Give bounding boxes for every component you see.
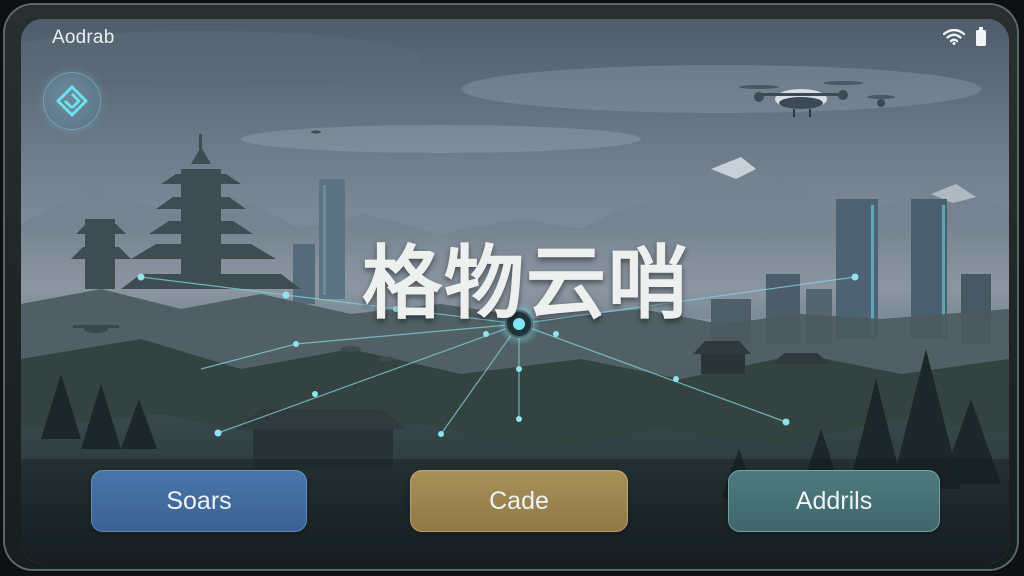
hero-title: 格物云哨 xyxy=(362,237,690,330)
soars-button[interactable]: Soars xyxy=(91,470,307,532)
status-bar-title: Aodrab xyxy=(52,27,115,48)
cade-button[interactable]: Cade xyxy=(410,470,628,532)
app-logo-icon[interactable] xyxy=(43,72,101,130)
soars-button-label: Soars xyxy=(166,486,232,515)
addrils-button-label: Addrils xyxy=(795,486,873,515)
cade-button-label: Cade xyxy=(489,486,549,515)
wifi-icon xyxy=(942,28,966,49)
status-icons xyxy=(942,27,987,51)
app-screen: Aodrab 格物云哨 Soars Cade Addrils xyxy=(21,19,1009,564)
device-frame: Aodrab 格物云哨 Soars Cade Addrils xyxy=(3,3,1019,571)
battery-icon xyxy=(975,27,987,51)
addrils-button[interactable]: Addrils xyxy=(728,470,940,532)
